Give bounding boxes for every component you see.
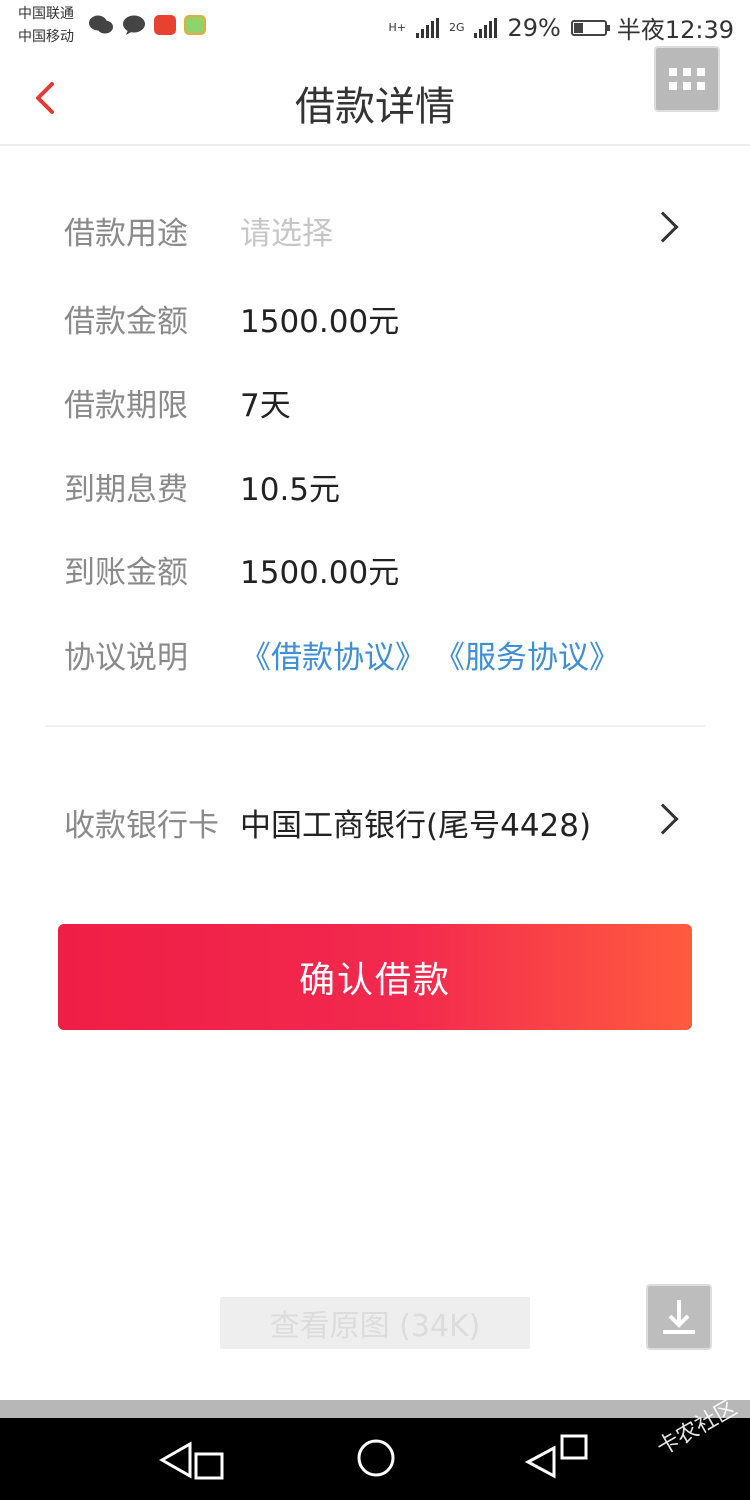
network-type-2: 2G xyxy=(448,21,465,34)
received-label: 到账金额 xyxy=(64,555,188,591)
grid-menu-icon[interactable] xyxy=(654,46,720,112)
system-nav-bar xyxy=(0,1418,750,1500)
amount-value: 1500.00元 xyxy=(240,304,400,340)
section-divider xyxy=(45,725,705,727)
purpose-select[interactable]: 请选择 xyxy=(240,208,333,253)
download-arrow-icon xyxy=(663,1300,695,1334)
status-bar: 中国联通 中国移动 H+ 2G 29% 半夜12:39 xyxy=(0,0,750,50)
bank-card-value[interactable]: 中国工商银行(尾号4428) xyxy=(240,800,591,845)
view-original-button[interactable]: 查看原图 (34K) xyxy=(220,1297,530,1349)
fee-value: 10.5元 xyxy=(240,472,341,508)
received-value: 1500.00元 xyxy=(240,555,400,591)
wechat-icon xyxy=(89,15,113,34)
battery-icon xyxy=(570,19,610,36)
chevron-right-icon[interactable] xyxy=(647,803,679,835)
agreement-label: 协议说明 xyxy=(64,640,188,676)
nav-header: 借款详情 xyxy=(0,46,750,146)
purpose-label: 借款用途 xyxy=(64,216,188,252)
network-type-1: H+ xyxy=(388,21,406,34)
term-value: 7天 xyxy=(240,388,291,424)
download-icon[interactable] xyxy=(646,1284,712,1350)
carrier-label-2: 中国移动 xyxy=(18,29,74,45)
recent-apps-nav-icon[interactable] xyxy=(522,1430,592,1490)
notification-icons xyxy=(88,14,206,36)
service-agreement-link[interactable]: 《服务协议》 xyxy=(434,632,620,677)
message-bubble-icon xyxy=(123,15,145,35)
signal-icon-2 xyxy=(474,17,498,38)
confirm-loan-button[interactable]: 确认借款 xyxy=(58,924,692,1030)
clock-time: 半夜12:39 xyxy=(616,16,734,44)
loan-agreement-link[interactable]: 《借款协议》 xyxy=(240,632,426,677)
separator-bar xyxy=(0,1400,750,1418)
back-nav-icon[interactable] xyxy=(158,1430,228,1490)
bank-card-label: 收款银行卡 xyxy=(64,808,219,844)
fee-label: 到期息费 xyxy=(64,472,188,508)
amount-label: 借款金额 xyxy=(64,304,188,340)
chevron-right-icon[interactable] xyxy=(647,211,679,243)
home-nav-icon[interactable] xyxy=(350,1428,402,1488)
carrier-label-1: 中国联通 xyxy=(18,6,74,22)
app-icon xyxy=(184,15,206,35)
status-right: H+ 2G 29% 半夜12:39 xyxy=(388,10,734,45)
news-app-icon xyxy=(154,15,176,35)
term-label: 借款期限 xyxy=(64,388,188,424)
page-title: 借款详情 xyxy=(295,84,455,130)
battery-percent: 29% xyxy=(507,13,561,42)
signal-icon-1 xyxy=(415,17,439,38)
